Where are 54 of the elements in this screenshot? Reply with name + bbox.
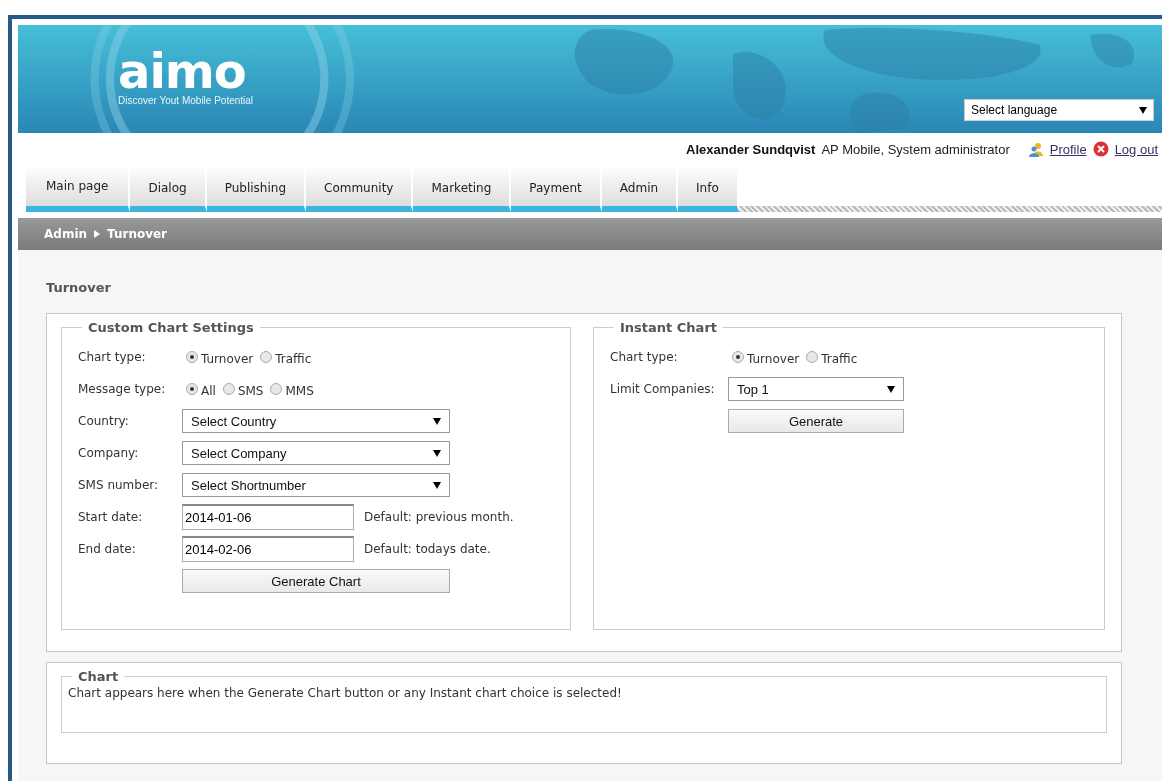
page-title: Turnover xyxy=(46,280,112,295)
caret-icon xyxy=(1139,106,1147,114)
radio-label: Turnover xyxy=(201,351,254,366)
chart-message: Chart appears here when the Generate Chart button or any Instant chart choice is selected! xyxy=(68,686,623,700)
field-label: Message type: xyxy=(78,382,167,396)
close-icon xyxy=(1092,141,1109,157)
field-label: Company: xyxy=(78,446,140,460)
field-label: Country: xyxy=(78,414,130,428)
caret-icon xyxy=(433,449,441,457)
radio-button[interactable] xyxy=(270,383,283,395)
group-legend: Custom Chart Settings xyxy=(82,320,260,335)
caret-icon xyxy=(887,385,895,393)
chevron-icon xyxy=(94,230,101,238)
profile-link[interactable]: Profile xyxy=(1049,141,1087,157)
logout-link[interactable]: Log out xyxy=(1114,141,1158,157)
language-select[interactable]: Select language xyxy=(964,99,1154,121)
date-field[interactable]: 2014-02-06 xyxy=(182,536,354,562)
logo: aimo xyxy=(118,47,246,95)
radio-label: All xyxy=(201,383,216,398)
field-label: Chart type: xyxy=(610,350,679,364)
group-legend: Chart xyxy=(72,669,125,684)
hint-text: Default: todays date. xyxy=(364,542,491,556)
field-label: Limit Companies: xyxy=(610,382,716,396)
hint-text: Default: previous month. xyxy=(364,510,514,524)
radio-label: SMS xyxy=(237,383,264,398)
radio-label: MMS xyxy=(285,383,314,398)
dropdown[interactable]: Select Shortnumber xyxy=(182,473,450,497)
dropdown[interactable]: Select Company xyxy=(182,441,450,465)
caret-icon xyxy=(433,417,441,425)
radio-button[interactable] xyxy=(186,351,198,363)
radio-label: Traffic xyxy=(275,351,312,366)
generate-button[interactable]: Generate xyxy=(728,409,904,433)
radio-button[interactable] xyxy=(806,351,819,363)
caret-icon xyxy=(433,481,441,489)
field-label: SMS number: xyxy=(78,478,160,492)
group-legend: Instant Chart xyxy=(614,320,723,335)
breadcrumb-item[interactable]: Turnover xyxy=(107,227,168,241)
tagline: Discover Yout Mobile Potential xyxy=(118,95,254,106)
generate-button[interactable]: Generate Chart xyxy=(182,569,450,593)
field-label: Start date: xyxy=(78,510,144,524)
radio-label: Turnover xyxy=(747,351,800,366)
date-field[interactable]: 2014-01-06 xyxy=(182,504,354,530)
field-label: Chart type: xyxy=(78,350,147,364)
user-name: Alexander Sundqvist xyxy=(686,141,816,157)
dropdown[interactable]: Top 1 xyxy=(728,377,904,401)
radio-label: Traffic xyxy=(821,351,858,366)
field-label: End date: xyxy=(78,542,137,556)
user-role: AP Mobile, System administrator xyxy=(821,141,1010,157)
radio-button[interactable] xyxy=(732,351,744,363)
radio-button[interactable] xyxy=(260,351,273,363)
users-icon xyxy=(1027,141,1044,157)
dropdown[interactable]: Select Country xyxy=(182,409,450,433)
radio-button[interactable] xyxy=(222,383,235,395)
radio-button[interactable] xyxy=(186,383,198,395)
